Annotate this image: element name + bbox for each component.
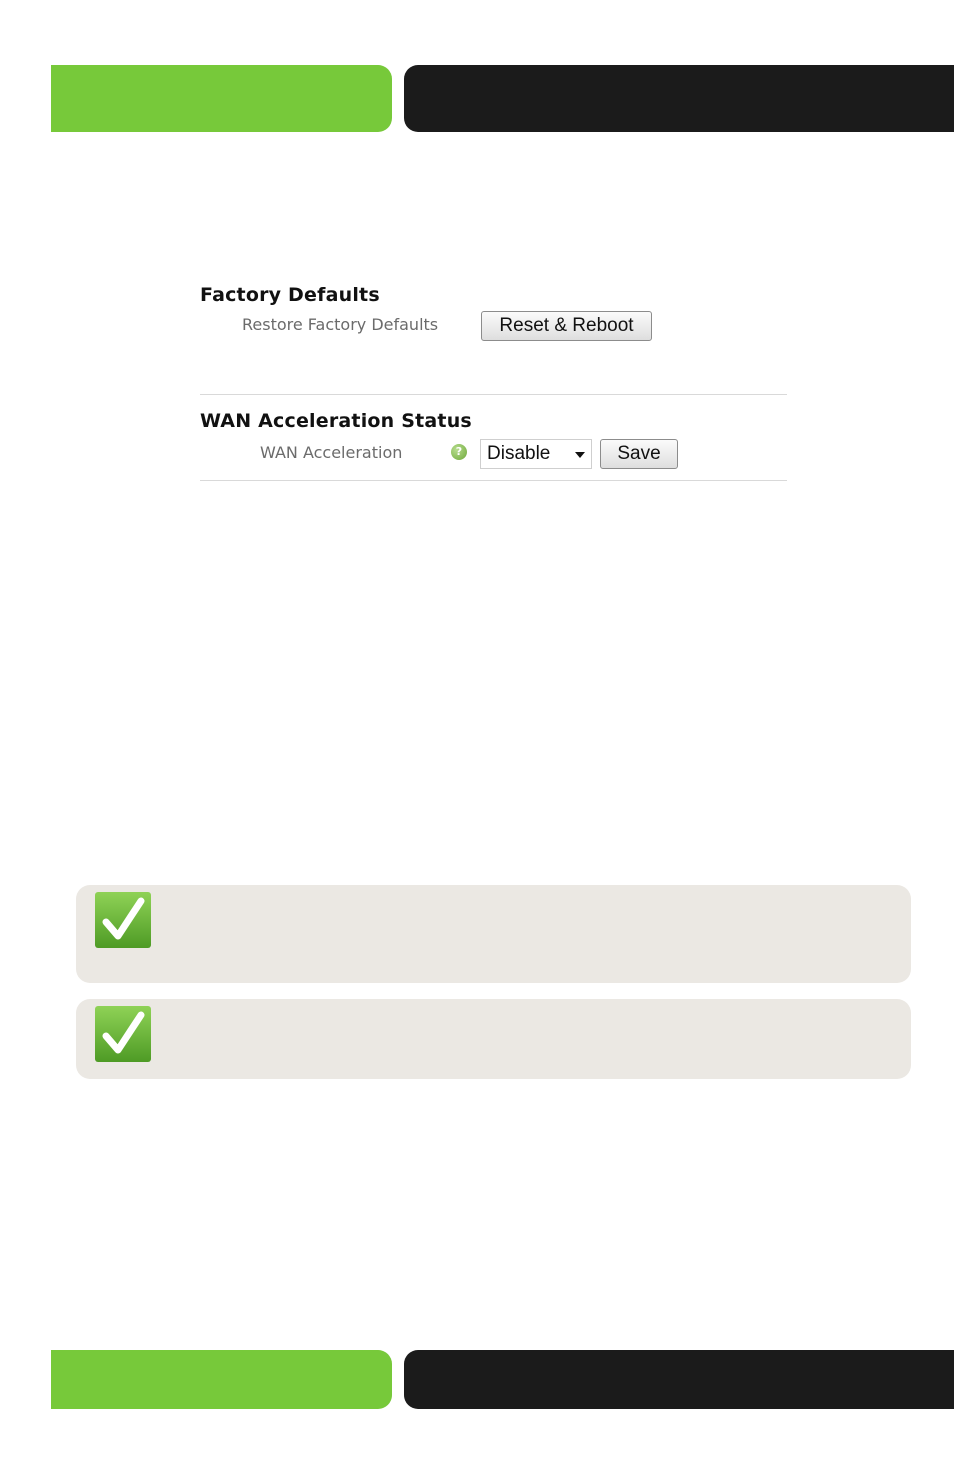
factory-defaults-row: Restore Factory Defaults Reset & Reboot bbox=[200, 310, 787, 358]
footer-green-tab bbox=[51, 1350, 392, 1409]
settings-panel: Factory Defaults Restore Factory Default… bbox=[200, 280, 787, 481]
wan-acceleration-label: WAN Acceleration bbox=[260, 443, 403, 462]
wan-acceleration-selected-value: Disable bbox=[487, 443, 551, 464]
restore-factory-defaults-label: Restore Factory Defaults bbox=[242, 315, 439, 334]
factory-defaults-title: Factory Defaults bbox=[200, 284, 380, 306]
header-black-bar bbox=[404, 65, 954, 132]
chevron-down-icon bbox=[575, 452, 585, 458]
save-button[interactable]: Save bbox=[600, 439, 678, 469]
checkmark-icon bbox=[95, 892, 151, 948]
wan-acceleration-row: WAN Acceleration ? Disable Save bbox=[200, 436, 787, 480]
header-green-tab bbox=[51, 65, 392, 132]
wan-acceleration-select[interactable]: Disable bbox=[480, 439, 592, 469]
note-box bbox=[76, 999, 911, 1079]
footer-black-bar bbox=[404, 1350, 954, 1409]
section-divider bbox=[200, 394, 787, 395]
note-box bbox=[76, 885, 911, 983]
section-divider-bottom bbox=[200, 480, 787, 481]
wan-acceleration-title: WAN Acceleration Status bbox=[200, 410, 472, 432]
checkmark-icon bbox=[95, 1006, 151, 1062]
reset-reboot-button[interactable]: Reset & Reboot bbox=[481, 311, 652, 341]
question-mark-icon[interactable]: ? bbox=[451, 444, 467, 460]
